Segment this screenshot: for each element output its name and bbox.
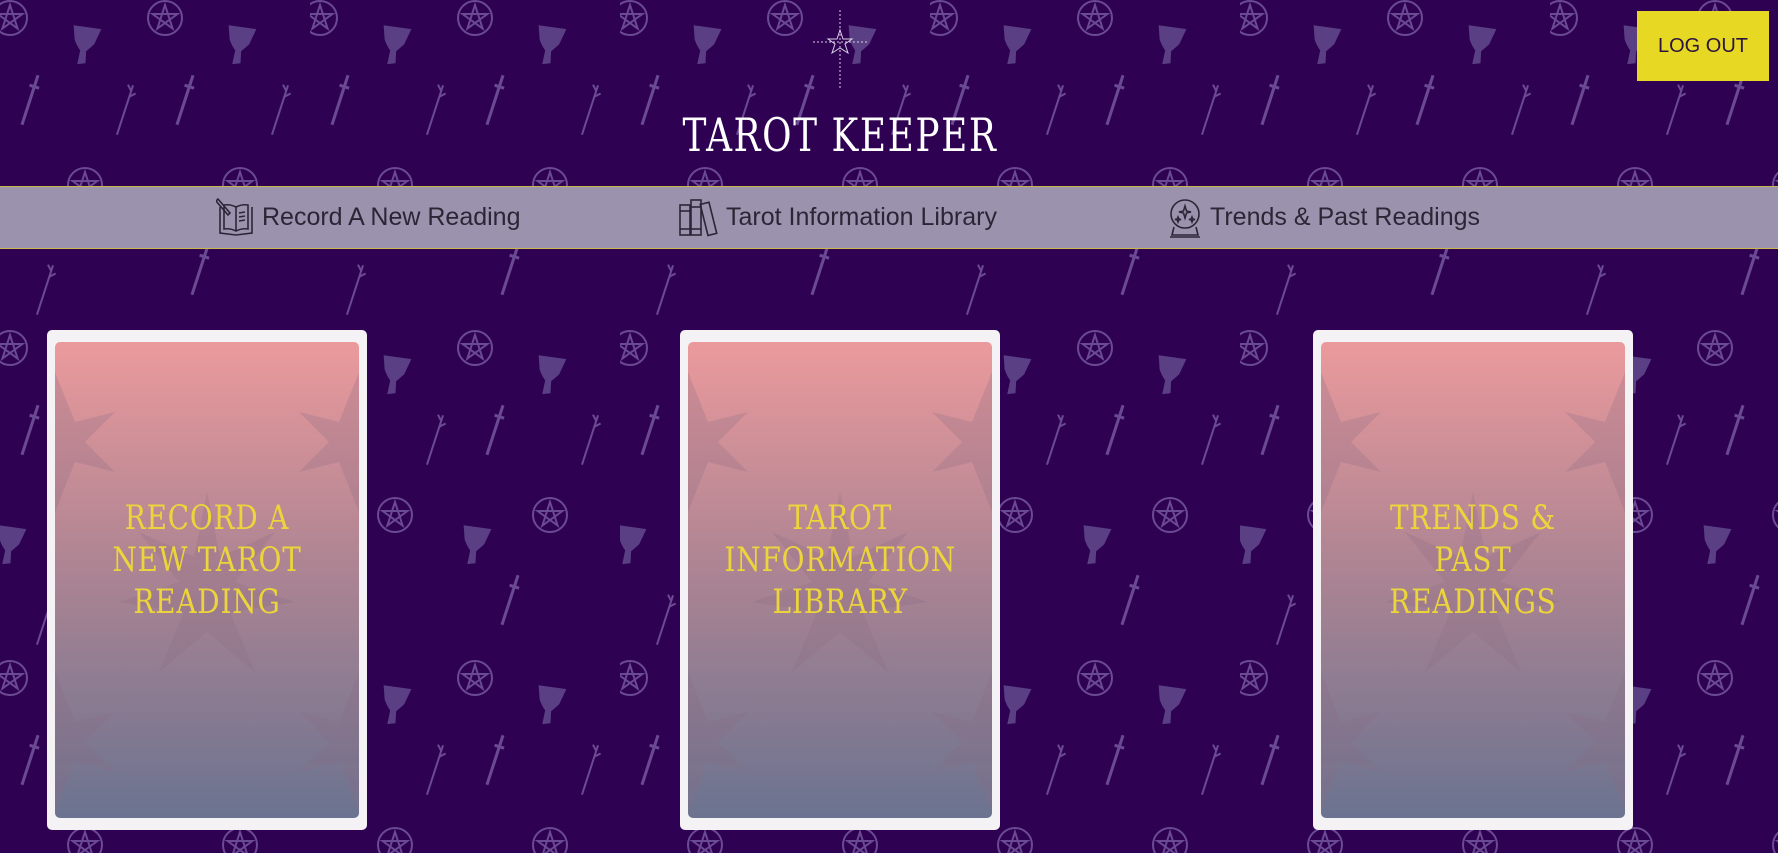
card-trends-past-readings[interactable]: TRENDS & PAST READINGS xyxy=(1313,330,1633,830)
compass-star-icon xyxy=(813,10,867,88)
card-information-library[interactable]: TAROT INFORMATION LIBRARY xyxy=(680,330,1000,830)
nav-item-library[interactable]: Tarot Information Library xyxy=(678,187,997,248)
books-icon xyxy=(679,198,718,236)
nav-item-trends[interactable]: Trends & Past Readings xyxy=(1166,187,1480,248)
card-title: RECORD A NEW TAROT READING xyxy=(112,498,302,622)
logout-button[interactable]: LOG OUT xyxy=(1637,11,1769,81)
open-book-quill-icon xyxy=(216,197,253,236)
tarot-keeper-page: TAROT KEEPER LOG OUT Record A New Readin… xyxy=(0,0,1778,853)
nav-item-label: Record A New Reading xyxy=(262,203,521,231)
nav-item-record-reading[interactable]: Record A New Reading xyxy=(216,187,520,248)
nav-item-label: Trends & Past Readings xyxy=(1210,203,1481,231)
card-title: TRENDS & PAST READINGS xyxy=(1389,498,1557,622)
card-title: TAROT INFORMATION LIBRARY xyxy=(724,498,956,622)
card-face: TRENDS & PAST READINGS xyxy=(1321,342,1625,818)
nav-item-label: Tarot Information Library xyxy=(726,203,997,231)
card-face: TAROT INFORMATION LIBRARY xyxy=(688,342,992,818)
main-navbar: Record A New Reading Tarot Information L… xyxy=(0,186,1778,249)
crystal-ball-icon xyxy=(1170,198,1200,238)
card-record-reading[interactable]: RECORD A NEW TAROT READING xyxy=(47,330,367,830)
card-face: RECORD A NEW TAROT READING xyxy=(55,342,359,818)
site-title: TAROT KEEPER xyxy=(682,108,998,162)
